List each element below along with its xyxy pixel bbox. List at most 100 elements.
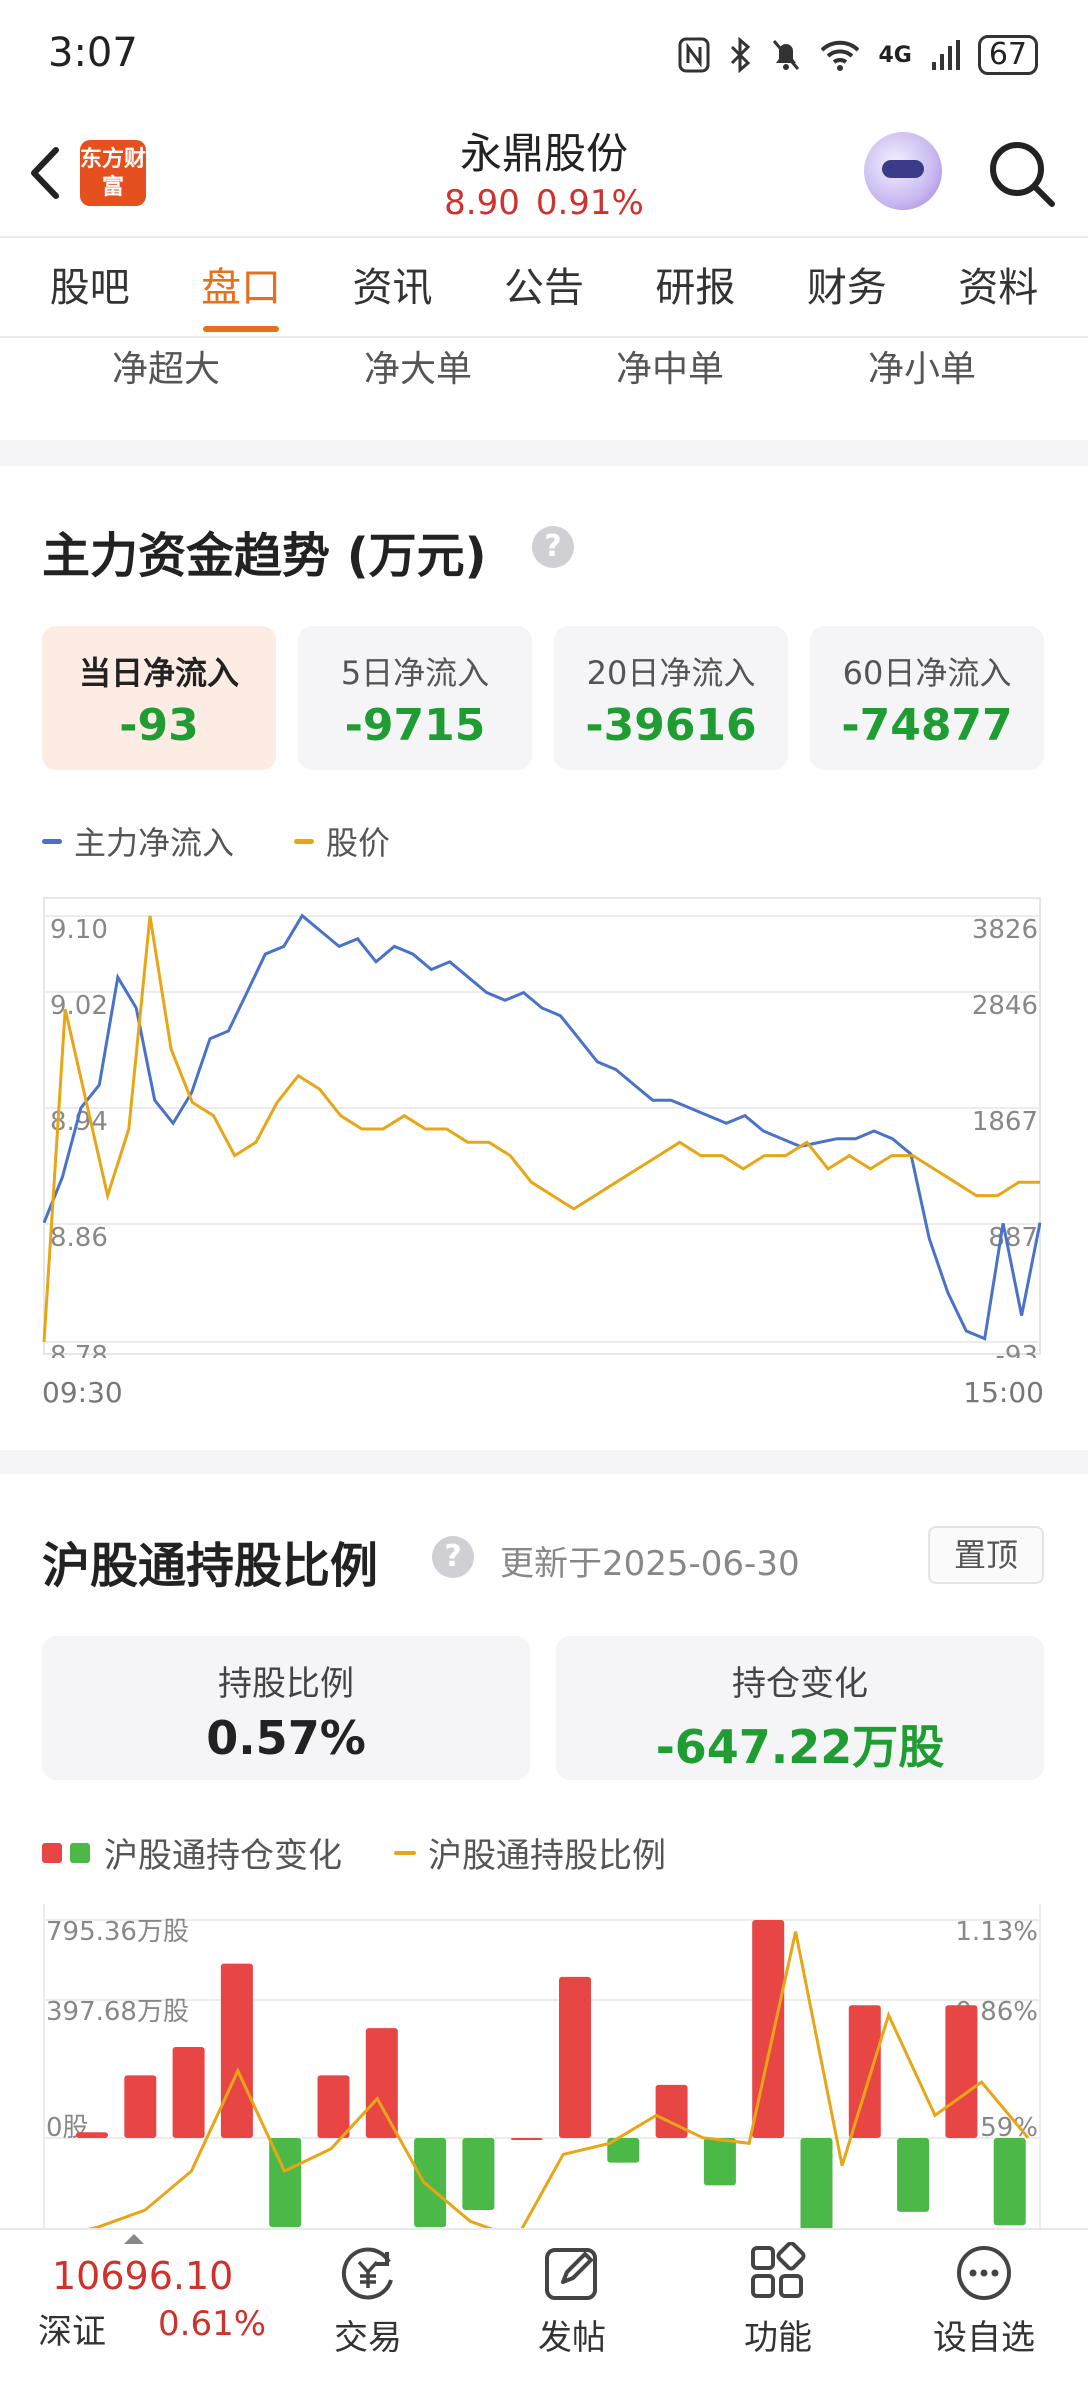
bar-increase	[945, 2005, 978, 2138]
bar-increase	[220, 1963, 253, 2138]
hold-change-card: 持仓变化 -647.22万股	[556, 1636, 1044, 1780]
chart-frame	[43, 897, 1041, 1355]
legend-swatch	[294, 838, 315, 844]
bar-increase	[124, 2075, 157, 2138]
hold-ratio-card: 持股比例 0.57%	[42, 1636, 530, 1780]
price-line	[42, 915, 1040, 1343]
flow-line	[42, 913, 1042, 1341]
stat-label: 当日净流入	[78, 654, 239, 692]
help-icon[interactable]: ?	[432, 1536, 474, 1578]
nav-functions[interactable]: 功能	[708, 2236, 848, 2359]
nav-add-watchlist[interactable]: 设自选	[914, 2236, 1054, 2359]
index-value[interactable]: 10696.10	[52, 2254, 233, 2298]
stock-change: 0.91%	[535, 183, 644, 223]
nav-post[interactable]: 发帖	[502, 2236, 642, 2359]
legend-label: 主力净流入	[74, 824, 235, 862]
nav-label: 设自选	[933, 2318, 1035, 2358]
stat-value: -39616	[585, 700, 757, 751]
nav-trade[interactable]: 交易	[298, 2236, 438, 2359]
bar-increase	[76, 2132, 108, 2138]
index-name[interactable]: 深证	[38, 2304, 106, 2353]
chart2-legend: 沪股通持仓变化 沪股通持股比例	[42, 1828, 666, 1877]
tab-finance[interactable]: 财务	[799, 246, 895, 336]
tab-announcement[interactable]: 公告	[496, 246, 592, 336]
tab-profile[interactable]: 资料	[950, 246, 1046, 336]
wifi-icon	[821, 40, 860, 71]
y-tick-right: -93	[996, 1341, 1038, 1358]
subtab-super-large[interactable]: 净超大	[112, 340, 220, 400]
legend-label: 沪股通持仓变化	[104, 1836, 342, 1876]
section-separator	[0, 1450, 1088, 1474]
hold-change-label: 持仓变化	[732, 1664, 868, 1704]
status-time: 3:07	[48, 30, 138, 76]
y-tick-left: 9.02	[50, 991, 108, 1021]
stat-label: 5日净流入	[340, 654, 490, 692]
bar-increase	[365, 2028, 398, 2138]
assistant-robot-icon[interactable]	[864, 132, 942, 210]
y-tick-left: 795.36万股	[46, 1917, 189, 1947]
bar-decrease	[800, 2138, 833, 2234]
stat-card-20day[interactable]: 20日净流入 -39616	[554, 626, 788, 770]
app-screen: { "status_bar": {"time": "3:07", "networ…	[0, 0, 1088, 2400]
hold-ratio-label: 持股比例	[218, 1664, 354, 1704]
pin-button[interactable]: 置顶	[928, 1526, 1044, 1584]
y-tick-right: 1.13%	[955, 1917, 1038, 1947]
chart1-legend: 主力净流入 股价	[42, 818, 390, 864]
bar-decrease	[462, 2138, 495, 2210]
stat-card-60day[interactable]: 60日净流入 -74877	[810, 626, 1044, 770]
y-tick-left: 8.78	[50, 1341, 108, 1358]
subtab-large[interactable]: 净大单	[364, 340, 472, 400]
legend-swatch-line	[394, 1850, 416, 1855]
tab-pankou[interactable]: 盘口	[193, 246, 289, 336]
divider	[0, 336, 1088, 338]
stat-card-5day[interactable]: 5日净流入 -9715	[298, 626, 532, 770]
flow-section-title: 主力资金趋势 (万元)	[42, 528, 487, 584]
tab-news[interactable]: 资讯	[345, 246, 441, 336]
bluetooth-icon	[731, 37, 751, 73]
nav-label: 交易	[334, 2318, 402, 2358]
subtab-medium[interactable]: 净中单	[616, 340, 724, 400]
mute-bell-icon	[773, 40, 800, 70]
index-change[interactable]: 0.61%	[158, 2304, 266, 2344]
bar-decrease	[897, 2138, 930, 2212]
x-tick-end: 15:00	[963, 1376, 1044, 1409]
y-tick-right: 887	[988, 1223, 1038, 1253]
legend-swatch	[42, 838, 62, 844]
legend-swatch-down	[70, 1842, 90, 1863]
subtab-small[interactable]: 净小单	[868, 340, 976, 400]
hk-section-title: 沪股通持股比例	[42, 1538, 379, 1594]
bar-increase	[510, 2138, 543, 2140]
y-tick-right: 2846	[972, 991, 1038, 1021]
nav-label: 发帖	[538, 2318, 606, 2358]
y-tick-right: 1867	[972, 1107, 1038, 1137]
signal-icon	[931, 40, 960, 70]
y-tick-left: 0股	[46, 2113, 89, 2143]
bar-increase	[655, 2084, 688, 2138]
main-tabs: 股吧 盘口 资讯 公告 研报 财务 资料	[0, 246, 1088, 336]
nav-label: 功能	[744, 2318, 812, 2358]
bar-decrease	[414, 2138, 447, 2228]
tab-guba[interactable]: 股吧	[42, 246, 138, 336]
stat-value: -93	[119, 700, 199, 751]
stat-card-today[interactable]: 当日净流入 -93	[42, 626, 276, 770]
stat-label: 60日净流入	[842, 654, 1012, 692]
bar-increase	[559, 1976, 591, 2138]
tab-research[interactable]: 研报	[647, 246, 743, 336]
help-icon[interactable]: ?	[532, 526, 574, 568]
bar-increase	[172, 2047, 205, 2138]
network-label: 4G	[878, 42, 912, 68]
section-separator	[0, 440, 1088, 466]
y-tick-left: 397.68万股	[46, 1997, 189, 2027]
status-icons: 4G 67	[678, 30, 1038, 80]
stat-label: 20日净流入	[586, 654, 756, 692]
legend-swatch-up	[42, 1842, 62, 1863]
grid-apps-icon	[751, 2242, 806, 2298]
battery-indicator: 67	[977, 35, 1038, 75]
search-icon[interactable]	[986, 138, 1058, 210]
bar-increase	[848, 2005, 881, 2138]
bar-decrease	[993, 2138, 1026, 2226]
more-dots-icon	[957, 2246, 1011, 2300]
edit-post-icon	[545, 2248, 597, 2300]
hold-change-value: -647.22万股	[655, 1720, 945, 1774]
nfc-icon	[678, 37, 710, 73]
